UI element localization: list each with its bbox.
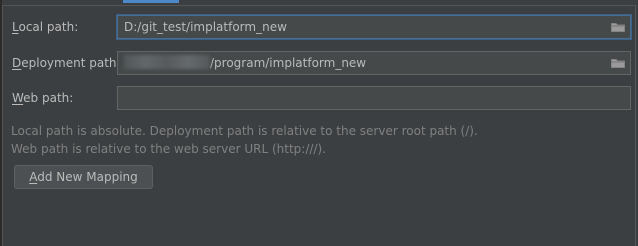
deployment-path-label: Deployment path: [12,56,121,70]
redacted-segment [124,55,210,69]
web-path-label: Web path: [12,91,74,105]
deployment-mappings-panel: Local path: D:/git_test/implatform_new D… [0,0,638,246]
folder-icon[interactable] [611,58,625,68]
deployment-path-field[interactable]: /program/implatform_new [117,51,631,75]
local-path-field[interactable]: D:/git_test/implatform_new [117,15,631,39]
folder-icon[interactable] [611,22,625,32]
local-path-value[interactable]: D:/git_test/implatform_new [124,20,287,34]
active-tab-indicator [123,0,179,3]
web-path-field[interactable] [117,86,631,110]
hint-line-1: Local path is absolute. Deployment path … [11,124,478,138]
add-new-mapping-button[interactable]: Add New Mapping [14,165,153,189]
hint-line-2: Web path is relative to the web server U… [11,142,326,156]
deployment-path-value[interactable]: /program/implatform_new [210,56,366,70]
local-path-label: Local path: [12,20,79,34]
